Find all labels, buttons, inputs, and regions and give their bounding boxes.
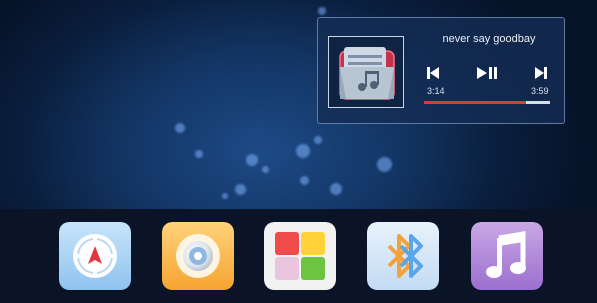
navigation-app[interactable] <box>59 222 131 290</box>
album-folder-icon <box>339 47 395 100</box>
bokeh-light <box>300 176 309 185</box>
next-button[interactable] <box>534 66 548 85</box>
bokeh-light <box>235 184 246 195</box>
bokeh-light <box>377 157 392 172</box>
gallery-app[interactable] <box>264 222 336 290</box>
music-player-widget[interactable]: never say goodbay 3:14 3:59 <box>317 17 565 124</box>
bokeh-light <box>222 193 228 199</box>
play-pause-icon <box>477 67 497 79</box>
progress-fill <box>424 101 527 104</box>
elapsed-time: 3:14 <box>427 86 445 96</box>
previous-button[interactable] <box>426 66 440 85</box>
gallery-icon <box>264 222 336 290</box>
bokeh-light <box>175 123 185 133</box>
total-duration: 3:59 <box>531 86 549 96</box>
bokeh-light <box>296 144 310 158</box>
next-icon <box>535 67 547 79</box>
previous-icon <box>427 67 439 79</box>
bokeh-light <box>318 7 326 15</box>
navigation-icon <box>59 222 131 290</box>
bokeh-light <box>195 150 203 158</box>
disc-player-app[interactable] <box>162 222 234 290</box>
bluetooth-icon <box>367 222 439 290</box>
bokeh-light <box>262 166 269 173</box>
song-title: never say goodbay <box>442 33 536 45</box>
bokeh-light <box>246 154 258 166</box>
bokeh-light <box>314 136 322 144</box>
progress-bar[interactable] <box>424 101 550 104</box>
play-pause-button[interactable] <box>476 66 498 85</box>
music-icon <box>471 222 543 290</box>
disc-player-icon <box>162 222 234 290</box>
music-app[interactable] <box>471 222 543 290</box>
bluetooth-app[interactable] <box>367 222 439 290</box>
album-art[interactable] <box>328 36 404 108</box>
bokeh-light <box>330 183 342 195</box>
